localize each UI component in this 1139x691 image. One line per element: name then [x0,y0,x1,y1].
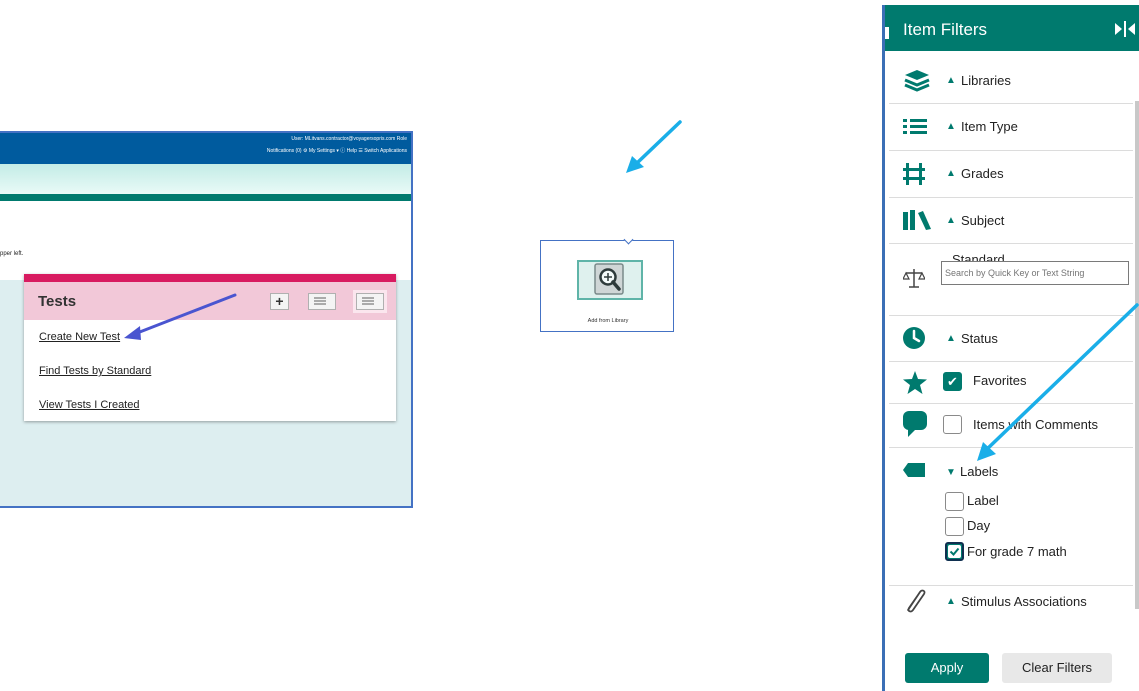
favorites-checkbox[interactable]: ✔ [943,372,962,391]
magnifier-plus-icon [594,263,624,295]
filter-status[interactable]: ▲ Status [889,315,1133,362]
star-icon [903,371,927,394]
tests-screenshot: User: MLitvans.contractor@voyagersopris.… [0,131,413,508]
clear-filters-button[interactable]: Clear Filters [1002,653,1112,683]
pointer-arrow [124,293,237,340]
filter-items-with-comments[interactable]: Items with Comments [889,403,1133,448]
comment-icon [903,411,927,437]
list-icon [314,297,326,299]
detail-view-button[interactable] [356,293,384,310]
find-tests-by-standard-link[interactable]: Find Tests by Standard [39,365,151,377]
check-icon [948,545,961,558]
instruction-text: pper left. [0,251,24,257]
expand-triangle: ▲ [946,333,956,344]
grade-7-math-option: For grade 7 math [967,544,1067,559]
app-top-bar: User: MLitvans.contractor@voyagersopris.… [0,133,411,164]
list-view-button[interactable] [308,293,336,310]
subject-label: Subject [961,213,1005,228]
teal-stripe [0,194,411,201]
filter-subject[interactable]: ▲ Subject [889,197,1133,244]
filter-item-type[interactable]: ▲ Item Type [889,103,1133,151]
scrollbar[interactable] [1135,101,1139,609]
expand-triangle: ▲ [946,121,956,132]
day-checkbox[interactable] [945,517,964,536]
books-icon [903,210,931,230]
filter-labels: ▼ Labels Label Day For grade 7 math [889,447,1133,586]
pointer-arrow [626,120,682,173]
filter-standard: Standard [889,243,1133,316]
add-from-library-label: Add from Library [587,318,629,324]
favorites-label: Favorites [973,373,1027,388]
status-label: Status [961,331,998,346]
add-from-library-button[interactable] [577,260,643,300]
filter-favorites[interactable]: ✔ Favorites [889,361,1133,404]
add-test-button[interactable]: + [270,293,289,310]
card-accent-bar [24,274,396,282]
expand-triangle: ▲ [946,75,956,86]
collapse-panel-icon[interactable] [1113,18,1137,40]
item-filters-panel: Item Filters ▲ Libraries ▲ Item Type ▲ G… [882,5,1139,691]
grade-7-math-checkbox[interactable] [945,542,964,561]
grades-label: Grades [961,166,1004,181]
expand-triangle: ▲ [946,168,956,179]
user-info: User: MLitvans.contractor@voyagersopris.… [291,136,407,142]
panel-edge [885,27,889,39]
list-icon [362,297,374,299]
label-option: Label [967,493,999,508]
filters-header: Item Filters [885,5,1139,51]
tag-icon [903,463,925,477]
item-type-label: Item Type [961,119,1018,134]
top-nav-links[interactable]: Notifications (0) ⚙ My Settings ▾ ⓘ Help… [267,147,407,154]
items-with-comments-checkbox[interactable] [943,415,962,434]
create-new-test-link[interactable]: Create New Test [39,331,120,343]
collapse-triangle[interactable]: ▼ [946,467,956,478]
scales-icon [903,269,925,288]
clock-icon [903,327,925,349]
popover-notch [623,234,634,245]
add-from-library-screenshot: Add from Library [540,234,674,332]
stimulus-associations-label: Stimulus Associations [961,594,1087,609]
apply-button[interactable]: Apply [905,653,989,683]
filter-stimulus-associations[interactable]: ▲ Stimulus Associations [889,585,1133,631]
day-option: Day [967,518,991,533]
expand-triangle: ▲ [946,596,956,607]
tests-title: Tests [38,293,77,310]
libraries-label: Libraries [961,73,1011,88]
items-with-comments-label: Items with Comments [973,417,1098,432]
view-tests-i-created-link[interactable]: View Tests I Created [39,399,139,411]
list-icon [903,119,927,134]
header-band [0,164,411,194]
filter-grades[interactable]: ▲ Grades [889,150,1133,198]
ladder-icon [903,163,925,185]
paperclip-icon [907,589,926,613]
standard-search-input[interactable] [941,261,1129,285]
books-stack-icon [904,70,930,92]
label-checkbox[interactable] [945,492,964,511]
expand-triangle: ▲ [946,215,956,226]
labels-label[interactable]: Labels [960,464,998,479]
filters-title: Item Filters [903,20,988,39]
filter-libraries[interactable]: ▲ Libraries [889,57,1133,104]
